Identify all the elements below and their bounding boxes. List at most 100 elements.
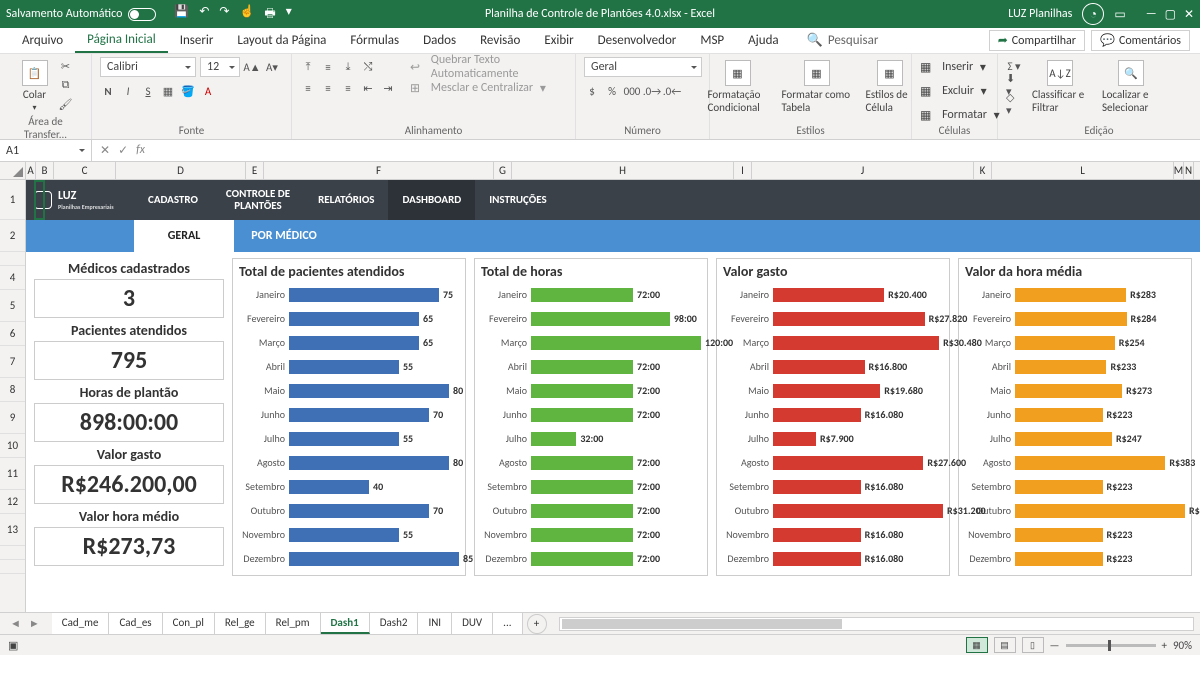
enter-formula-icon[interactable]: ✓ bbox=[118, 143, 128, 158]
comma-format-icon[interactable]: 000 bbox=[624, 83, 640, 99]
sheet-tab[interactable]: Con_pl bbox=[163, 613, 215, 634]
fill-color-icon[interactable]: 🪣 bbox=[180, 83, 196, 99]
col-header-A[interactable]: A bbox=[26, 162, 36, 179]
col-header-M[interactable]: M bbox=[1174, 162, 1184, 179]
select-all-button[interactable] bbox=[0, 162, 26, 179]
accounting-format-icon[interactable]: $ bbox=[584, 83, 600, 99]
row-header[interactable]: 10 bbox=[0, 434, 25, 458]
redo-icon[interactable]: ↷ bbox=[219, 4, 229, 25]
ribbon-tab-fórmulas[interactable]: Fórmulas bbox=[338, 28, 411, 53]
col-header-B[interactable]: B bbox=[36, 162, 54, 179]
wrap-text-button[interactable]: ↩ Quebrar Texto Automaticamente bbox=[410, 58, 567, 76]
decrease-font-icon[interactable]: A▾ bbox=[264, 59, 280, 75]
sheet-tab[interactable]: INI bbox=[418, 613, 452, 634]
page-break-view-button[interactable]: ▯ bbox=[1022, 637, 1044, 653]
formula-input[interactable] bbox=[153, 140, 1200, 161]
sort-filter-button[interactable]: A↓ZClassificar e Filtrar bbox=[1028, 58, 1092, 116]
increase-decimal-icon[interactable]: .0→ bbox=[644, 83, 660, 99]
dashnav-item[interactable]: DASHBOARD bbox=[388, 180, 475, 220]
sheet-tab[interactable]: Rel_ge bbox=[215, 613, 266, 634]
ribbon-tab-ajuda[interactable]: Ajuda bbox=[736, 28, 791, 53]
align-bottom-icon[interactable]: ⤓ bbox=[340, 59, 356, 75]
increase-indent-icon[interactable]: ⇥ bbox=[380, 80, 396, 96]
zoom-slider[interactable] bbox=[1066, 644, 1156, 647]
align-left-icon[interactable]: ≡ bbox=[300, 80, 316, 96]
touch-mode-icon[interactable]: ☝ bbox=[239, 4, 254, 25]
worksheet[interactable]: LUZ Planilhas Empresariais CADASTROCONTR… bbox=[26, 180, 1200, 612]
sheet-tab[interactable]: Rel_pm bbox=[266, 613, 321, 634]
font-name-combo[interactable]: Calibri bbox=[100, 57, 196, 77]
name-box[interactable]: A1 bbox=[0, 140, 92, 161]
col-header-N[interactable]: N bbox=[1184, 162, 1194, 179]
bold-icon[interactable]: N bbox=[100, 83, 116, 99]
ribbon-tab-inserir[interactable]: Inserir bbox=[168, 28, 226, 53]
row-header[interactable]: 8 bbox=[0, 378, 25, 402]
increase-font-icon[interactable]: A▲ bbox=[244, 59, 260, 75]
subnav-item[interactable]: GERAL bbox=[134, 220, 234, 252]
row-header[interactable]: 1 bbox=[0, 180, 25, 220]
col-header-K[interactable]: K bbox=[974, 162, 992, 179]
comments-button[interactable]: 💬 Comentários bbox=[1091, 30, 1190, 51]
zoom-out-button[interactable]: — bbox=[1050, 639, 1060, 652]
col-header-C[interactable]: C bbox=[54, 162, 116, 179]
row-header[interactable]: 2 bbox=[0, 220, 25, 252]
tab-scroll-right-icon[interactable]: ► bbox=[25, 617, 44, 630]
dashnav-item[interactable]: CADASTRO bbox=[134, 180, 212, 220]
tell-me-search[interactable]: 🔍 Pesquisar bbox=[795, 28, 891, 53]
row-header[interactable] bbox=[0, 560, 25, 574]
sheet-tab[interactable]: Dash1 bbox=[321, 613, 370, 634]
fx-icon[interactable]: fx bbox=[136, 143, 145, 158]
horizontal-scrollbar[interactable] bbox=[559, 617, 1194, 631]
maximize-icon[interactable]: ▢ bbox=[1165, 7, 1176, 22]
row-header[interactable] bbox=[0, 252, 25, 266]
zoom-in-button[interactable]: + bbox=[1162, 639, 1167, 652]
normal-view-button[interactable]: ▦ bbox=[966, 637, 988, 653]
delete-cells-button[interactable]: ▦ Excluir ▾ bbox=[920, 82, 987, 100]
row-header[interactable]: 13 bbox=[0, 514, 25, 546]
col-header-D[interactable]: D bbox=[116, 162, 246, 179]
cell-styles-button[interactable]: ▦Estilos de Célula bbox=[862, 58, 918, 116]
underline-icon[interactable]: S bbox=[140, 83, 156, 99]
close-icon[interactable]: ✕ bbox=[1184, 7, 1194, 22]
italic-icon[interactable]: I bbox=[120, 83, 136, 99]
ribbon-tab-dados[interactable]: Dados bbox=[411, 28, 468, 53]
percent-format-icon[interactable]: % bbox=[604, 83, 620, 99]
ribbon-tab-página-inicial[interactable]: Página Inicial bbox=[75, 28, 168, 53]
format-as-table-button[interactable]: ▦Formatar como Tabela bbox=[778, 58, 856, 116]
save-icon[interactable]: 💾 bbox=[174, 4, 189, 25]
ribbon-tab-desenvolvedor[interactable]: Desenvolvedor bbox=[586, 28, 689, 53]
col-header-J[interactable]: J bbox=[752, 162, 974, 179]
col-header-E[interactable]: E bbox=[246, 162, 264, 179]
subnav-item[interactable]: POR MÉDICO bbox=[234, 220, 334, 252]
align-top-icon[interactable]: ⤒ bbox=[300, 59, 316, 75]
col-header-G[interactable]: G bbox=[494, 162, 512, 179]
font-color-icon[interactable]: A bbox=[200, 83, 216, 99]
insert-cells-button[interactable]: ▦ Inserir ▾ bbox=[920, 58, 986, 76]
row-header[interactable]: 9 bbox=[0, 402, 25, 434]
row-headers[interactable]: 1245678910111213 bbox=[0, 180, 26, 612]
col-header-I[interactable]: I bbox=[734, 162, 752, 179]
decrease-indent-icon[interactable]: ⇤ bbox=[360, 80, 376, 96]
new-sheet-button[interactable]: + bbox=[527, 614, 547, 634]
col-header-F[interactable]: F bbox=[264, 162, 494, 179]
find-select-button[interactable]: 🔍Localizar e Selecionar bbox=[1098, 58, 1164, 116]
col-header-L[interactable]: L bbox=[992, 162, 1174, 179]
orientation-icon[interactable]: ⤭ bbox=[360, 59, 376, 75]
number-format-combo[interactable]: Geral bbox=[584, 57, 702, 77]
font-size-combo[interactable]: 12 bbox=[200, 57, 240, 77]
ribbon-tab-arquivo[interactable]: Arquivo bbox=[10, 28, 75, 53]
sheet-tab[interactable]: Dash2 bbox=[370, 613, 419, 634]
autosave-toggle[interactable]: Salvamento Automático bbox=[6, 7, 156, 21]
sheet-tab[interactable]: DUV bbox=[452, 613, 493, 634]
decrease-decimal-icon[interactable]: .0← bbox=[664, 83, 680, 99]
dashnav-item[interactable]: INSTRUÇÕES bbox=[475, 180, 560, 220]
row-header[interactable]: 6 bbox=[0, 322, 25, 346]
dashnav-item[interactable]: RELATÓRIOS bbox=[304, 180, 388, 220]
share-button[interactable]: ➦ Compartilhar bbox=[989, 30, 1085, 51]
cancel-formula-icon[interactable]: ✕ bbox=[100, 143, 110, 158]
ribbon-tab-layout-da-página[interactable]: Layout da Página bbox=[225, 28, 338, 53]
user-avatar-icon[interactable]: ◔ bbox=[1082, 3, 1104, 25]
paste-button[interactable]: 📋 Colar ▾ bbox=[18, 58, 52, 115]
row-header[interactable]: 11 bbox=[0, 458, 25, 490]
sheet-tab[interactable]: Cad_me bbox=[52, 613, 110, 634]
